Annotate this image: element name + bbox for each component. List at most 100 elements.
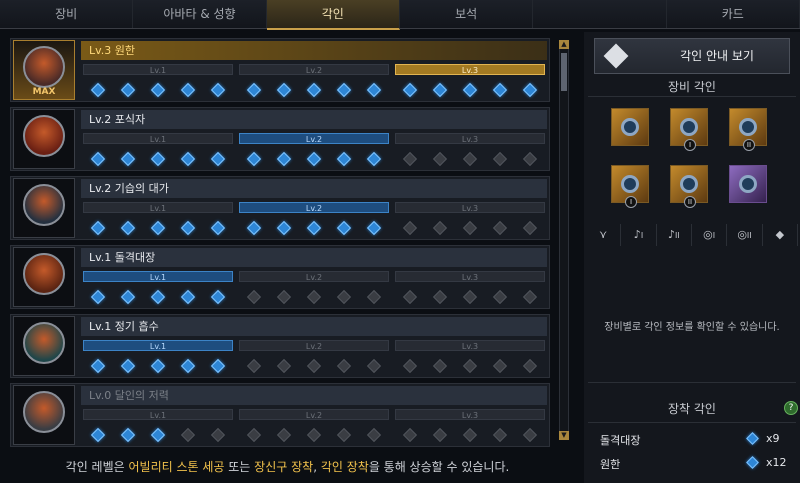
gem-icon bbox=[336, 358, 352, 374]
tab-1[interactable]: 아바타 & 성향 bbox=[133, 0, 267, 28]
divider bbox=[588, 382, 796, 383]
gem-icon bbox=[276, 427, 292, 443]
gem-row bbox=[83, 426, 233, 444]
level-columns: Lv.1 Lv.2 Lv.3 bbox=[83, 133, 547, 169]
gem-icon bbox=[150, 427, 166, 443]
filter-label: II bbox=[674, 231, 680, 240]
gem-icon bbox=[150, 151, 166, 167]
help-icon[interactable]: ? bbox=[784, 401, 798, 415]
gem-icon bbox=[120, 289, 136, 305]
gem-icon bbox=[522, 289, 538, 305]
level-column: Lv.3 bbox=[395, 409, 547, 445]
gem-icon bbox=[402, 358, 418, 374]
gem-row bbox=[395, 219, 545, 237]
gem-icon bbox=[90, 289, 106, 305]
engraving-row[interactable]: Lv.1 돌격대장 Lv.1 Lv.2 Lv.3 bbox=[10, 245, 550, 309]
equipment-filter[interactable]: ◎I bbox=[692, 224, 728, 246]
level-columns: Lv.1 Lv.2 Lv.3 bbox=[83, 64, 547, 100]
equipment-filter[interactable]: ♪I bbox=[621, 224, 657, 246]
gem-icon bbox=[120, 427, 136, 443]
gem-icon bbox=[522, 82, 538, 98]
gem-icon bbox=[306, 289, 322, 305]
gem-icon bbox=[120, 220, 136, 236]
ring-icon[interactable]: II bbox=[670, 165, 708, 208]
gem-row bbox=[395, 288, 545, 306]
equip-engraving-title: 장비 각인 bbox=[668, 80, 716, 94]
scroll-down-button[interactable]: ▼ bbox=[559, 431, 569, 440]
gem-icon bbox=[180, 289, 196, 305]
gem-row bbox=[395, 81, 545, 99]
level-bar: Lv.2 bbox=[239, 271, 389, 282]
level-column: Lv.3 bbox=[395, 202, 547, 238]
filter-label: I bbox=[712, 231, 716, 240]
earring-icon[interactable]: II bbox=[729, 108, 767, 151]
engraving-title: Lv.0 달인의 저력 bbox=[81, 386, 547, 405]
gem-icon bbox=[336, 289, 352, 305]
gem-icon bbox=[462, 220, 478, 236]
gem-icon bbox=[276, 358, 292, 374]
tab-2[interactable]: 각인 bbox=[266, 0, 400, 30]
engraving-title: Lv.3 원한 bbox=[81, 41, 547, 60]
engraving-row[interactable]: Lv.2 포식자 Lv.1 Lv.2 Lv.3 bbox=[10, 107, 550, 171]
engraving-title: Lv.1 정기 흡수 bbox=[81, 317, 547, 336]
gem-row bbox=[239, 219, 389, 237]
equipment-filter[interactable]: ◎II bbox=[727, 224, 763, 246]
engraving-emblem-icon bbox=[23, 184, 65, 226]
footer-text: 각인 레벨은 bbox=[65, 460, 129, 474]
ability-stone-icon[interactable] bbox=[729, 165, 767, 203]
gem-icon bbox=[522, 358, 538, 374]
ability-stone-icon bbox=[739, 175, 757, 193]
engraving-icon bbox=[13, 385, 75, 445]
gem-icon bbox=[150, 289, 166, 305]
gem-icon bbox=[432, 151, 448, 167]
tab-0[interactable]: 장비 bbox=[0, 0, 134, 28]
gem-icon bbox=[402, 151, 418, 167]
level-bar: Lv.1 bbox=[83, 340, 233, 351]
gem-icon bbox=[336, 82, 352, 98]
guide-button-label: 각인 안내 보기 bbox=[680, 49, 754, 63]
necklace-icon[interactable] bbox=[611, 108, 649, 146]
scroll-thumb[interactable] bbox=[561, 53, 567, 91]
gem-icon bbox=[120, 151, 136, 167]
engraving-row[interactable]: Lv.1 정기 흡수 Lv.1 Lv.2 Lv.3 bbox=[10, 314, 550, 378]
gem-icon bbox=[492, 427, 508, 443]
gem-icon bbox=[246, 151, 262, 167]
gem-icon bbox=[492, 220, 508, 236]
level-bar: Lv.2 bbox=[239, 340, 389, 351]
gem-icon bbox=[462, 151, 478, 167]
tab-3[interactable]: 보석 bbox=[400, 0, 534, 28]
footer-text: 또는 bbox=[224, 460, 255, 474]
equipment-filter[interactable]: ♪II bbox=[657, 224, 692, 246]
engraving-row[interactable]: Lv.0 달인의 저력 Lv.1 Lv.2 Lv.3 bbox=[10, 383, 550, 447]
gem-icon bbox=[180, 427, 196, 443]
level-columns: Lv.1 Lv.2 Lv.3 bbox=[83, 340, 547, 376]
engraving-row[interactable]: MAX Lv.3 원한 Lv.1 Lv.2 Lv.3 bbox=[10, 38, 550, 102]
equipment-filter[interactable]: ◆ bbox=[763, 224, 798, 246]
earring-icon[interactable]: I bbox=[670, 108, 708, 151]
gem-icon bbox=[210, 82, 226, 98]
gem-icon bbox=[246, 427, 262, 443]
level-column: Lv.2 bbox=[239, 409, 391, 445]
gem-row bbox=[83, 288, 233, 306]
level-column: Lv.1 bbox=[83, 64, 235, 100]
footer-highlight: 어빌리티 스톤 세공 bbox=[128, 460, 225, 474]
gem-icon bbox=[366, 289, 382, 305]
engraving-title: Lv.2 기습의 대가 bbox=[81, 179, 547, 198]
tab-5[interactable]: 카드 bbox=[667, 0, 800, 28]
equipment-filter[interactable]: ⋎ bbox=[586, 224, 622, 246]
footer-highlight: 장신구 장착 bbox=[254, 460, 314, 474]
gem-icon bbox=[90, 427, 106, 443]
engraving-guide-button[interactable]: 각인 안내 보기 bbox=[594, 38, 790, 74]
tab-4[interactable] bbox=[533, 0, 667, 28]
list-scrollbar[interactable]: ▲ ▼ bbox=[559, 40, 569, 440]
engraving-emblem-icon bbox=[23, 115, 65, 157]
gem-icon bbox=[462, 427, 478, 443]
engraving-emblem-icon bbox=[23, 322, 65, 364]
gem-row bbox=[239, 357, 389, 375]
ring-icon[interactable]: I bbox=[611, 165, 649, 208]
gem-row bbox=[83, 81, 233, 99]
scroll-up-button[interactable]: ▲ bbox=[559, 40, 569, 49]
engraving-row[interactable]: Lv.2 기습의 대가 Lv.1 Lv.2 Lv.3 bbox=[10, 176, 550, 240]
gem-icon bbox=[492, 358, 508, 374]
level-column: Lv.3 bbox=[395, 271, 547, 307]
